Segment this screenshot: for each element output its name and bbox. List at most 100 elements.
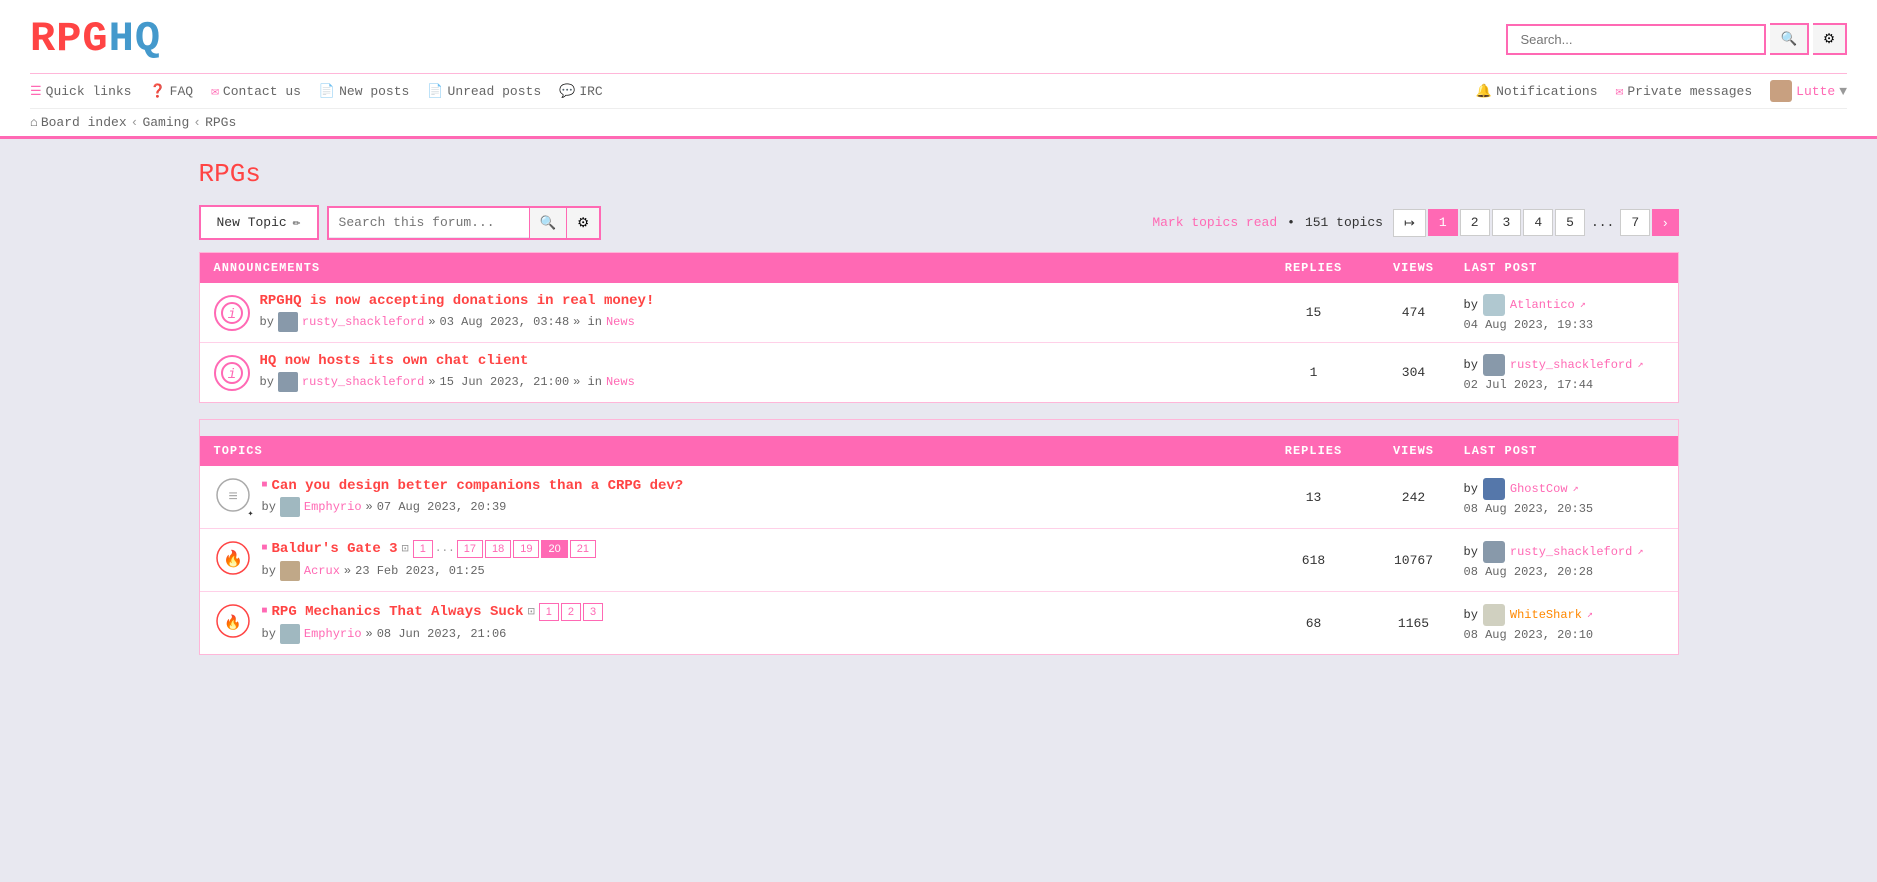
new-posts-icon: 📄 (319, 84, 335, 99)
page-4-button[interactable]: 4 (1523, 209, 1553, 236)
user-menu[interactable]: Lutte ▼ (1770, 80, 1847, 102)
page-1-button[interactable]: 1 (1428, 209, 1458, 236)
avatar-emphyrio-1 (280, 497, 300, 517)
poster-atlantico[interactable]: Atlantico (1510, 298, 1575, 312)
search-button[interactable]: 🔍 (1770, 23, 1809, 55)
topic-last-post-2: by rusty_shackleford ↗ 08 Aug 2023, 20:2… (1464, 541, 1664, 579)
announcement-last-post-2: by rusty_shackleford ↗ 02 Jul 2023, 17:4… (1464, 354, 1664, 392)
goto-topic-icon-2[interactable]: ↗ (1637, 546, 1643, 558)
search-input[interactable] (1506, 24, 1766, 55)
pagination-next-button[interactable]: › (1652, 209, 1678, 236)
username[interactable]: Lutte (1796, 84, 1835, 99)
mini-page-21-btn[interactable]: 21 (570, 540, 596, 558)
announcement-meta-2: by rusty_shackleford » 15 Jun 2023, 21:0… (260, 372, 635, 392)
pagination: ↦ 1 2 3 4 5 ... 7 › (1393, 209, 1679, 237)
search-forum-settings-button[interactable]: ⚙ (566, 208, 599, 238)
announcement-replies-1: 15 (1264, 305, 1364, 320)
poster-whiteshark[interactable]: WhiteShark (1510, 608, 1582, 622)
goto-post-icon-1[interactable]: ↗ (1580, 299, 1586, 311)
goto-topic-icon-3[interactable]: ↗ (1587, 609, 1593, 621)
topic3-page-2-btn[interactable]: 2 (561, 603, 581, 621)
goto-topic-icon-1[interactable]: ↗ (1573, 483, 1579, 495)
logo-rpg: RPG (30, 15, 109, 63)
announcement-title-1[interactable]: RPGHQ is now accepting donations in real… (260, 293, 655, 309)
topic-row-2: 🔥 ■ Baldur's Gate 3 ⊡ 1 ... 17 (200, 529, 1678, 592)
new-post-icon-2: ■ (262, 543, 268, 554)
search-forum-button[interactable]: 🔍 (529, 208, 567, 238)
announcement-replies-2: 1 (1264, 365, 1364, 380)
mini-page-17-btn[interactable]: 17 (457, 540, 483, 558)
page-title: RPGs (199, 159, 1679, 189)
new-topic-button[interactable]: New Topic ✏ (199, 205, 319, 240)
nav-unread-posts[interactable]: 📄 Unread posts (427, 84, 541, 99)
last-post-time-1: 04 Aug 2023, 19:33 (1464, 318, 1664, 332)
announcement-title-2[interactable]: HQ now hosts its own chat client (260, 353, 635, 369)
search-forum-input[interactable] (329, 208, 529, 237)
topic-last-post-1: by GhostCow ↗ 08 Aug 2023, 20:35 (1464, 478, 1664, 516)
author-emphyrio-3[interactable]: Emphyrio (304, 627, 362, 641)
pagination-first-button[interactable]: ↦ (1393, 209, 1426, 237)
new-post-icon-3: ■ (262, 606, 268, 617)
author-rusty-2[interactable]: rusty_shackleford (302, 375, 424, 389)
topic-meta-3: by Emphyrio » 08 Jun 2023, 21:06 (262, 624, 604, 644)
announcement-meta-1: by rusty_shackleford » 03 Aug 2023, 03:4… (260, 312, 655, 332)
author-acrux[interactable]: Acrux (304, 564, 340, 578)
author-rusty-1[interactable]: rusty_shackleford (302, 315, 424, 329)
mini-page-18-btn[interactable]: 18 (485, 540, 511, 558)
breadcrumb-board-index[interactable]: ⌂ Board index (30, 115, 127, 130)
avatar (1770, 80, 1792, 102)
nav-quick-links[interactable]: ☰ Quick links (30, 84, 131, 99)
page-2-button[interactable]: 2 (1460, 209, 1490, 236)
menu-icon: ☰ (30, 84, 42, 99)
site-logo[interactable]: RPGHQ (30, 15, 161, 63)
announcement-icon: i (214, 295, 250, 331)
nav-irc[interactable]: 💬 IRC (559, 84, 603, 99)
mini-page-19-btn[interactable]: 19 (513, 540, 539, 558)
mini-page-1-btn[interactable]: 1 (413, 540, 433, 558)
page-3-button[interactable]: 3 (1492, 209, 1522, 236)
dropdown-arrow-icon[interactable]: ▼ (1839, 84, 1847, 99)
topic3-page-1-btn[interactable]: 1 (539, 603, 559, 621)
toolbar-right: Mark topics read • 151 topics ↦ 1 2 3 4 … (1152, 209, 1678, 237)
topics-views-header: VIEWS (1364, 444, 1464, 458)
bell-icon: 🔔 (1476, 84, 1492, 99)
goto-post-icon-2[interactable]: ↗ (1637, 359, 1643, 371)
faq-icon: ❓ (149, 84, 165, 99)
last-post-time-2: 02 Jul 2023, 17:44 (1464, 378, 1664, 392)
poster-rusty-2[interactable]: rusty_shackleford (1510, 358, 1632, 372)
header-search: 🔍 ⚙ (1506, 23, 1847, 55)
avatar-rusty-last (1483, 354, 1505, 376)
page-5-button[interactable]: 5 (1555, 209, 1585, 236)
topics-header: TOPICS REPLIES VIEWS LAST POST (200, 436, 1678, 466)
breadcrumb-gaming[interactable]: Gaming (142, 115, 189, 130)
topic-status-icon-2: 🔥 (214, 539, 252, 581)
mini-page-20-btn[interactable]: 20 (541, 540, 567, 558)
topic-title-1[interactable]: Can you design better companions than a … (272, 478, 684, 494)
nav-contact[interactable]: ✉ Contact us (211, 84, 301, 99)
announcements-section: ANNOUNCEMENTS REPLIES VIEWS LAST POST i … (199, 252, 1679, 403)
nav-notifications[interactable]: 🔔 Notifications (1476, 84, 1598, 99)
nav-private-messages[interactable]: ✉ Private messages (1616, 84, 1753, 99)
poster-rusty-topic[interactable]: rusty_shackleford (1510, 545, 1632, 559)
author-emphyrio-1[interactable]: Emphyrio (304, 500, 362, 514)
topic3-page-3-btn[interactable]: 3 (583, 603, 603, 621)
category-news-2[interactable]: News (606, 375, 635, 389)
category-news-1[interactable]: News (606, 315, 635, 329)
nav-new-posts[interactable]: 📄 New posts (319, 84, 409, 99)
topic-title-3[interactable]: RPG Mechanics That Always Suck (272, 604, 524, 620)
topic-title-2[interactable]: Baldur's Gate 3 (272, 541, 398, 557)
pencil-icon: ✏ (293, 215, 301, 230)
search-forum-wrap: 🔍 ⚙ (327, 206, 602, 240)
avatar-ghostcow (1483, 478, 1505, 500)
toolbar-left: New Topic ✏ 🔍 ⚙ (199, 205, 602, 240)
nav-faq[interactable]: ❓ FAQ (149, 84, 193, 99)
page-7-button[interactable]: 7 (1620, 209, 1650, 236)
logo-hq: HQ (109, 15, 161, 63)
poster-ghostcow[interactable]: GhostCow (1510, 482, 1568, 496)
breadcrumb-rpgs[interactable]: RPGs (205, 115, 236, 130)
topic-last-post-time-1: 08 Aug 2023, 20:35 (1464, 502, 1664, 516)
svg-text:≡: ≡ (228, 488, 238, 506)
mark-topics-read-link[interactable]: Mark topics read (1152, 215, 1277, 230)
search-settings-button[interactable]: ⚙ (1813, 23, 1847, 55)
topic-views-2: 10767 (1364, 553, 1464, 568)
